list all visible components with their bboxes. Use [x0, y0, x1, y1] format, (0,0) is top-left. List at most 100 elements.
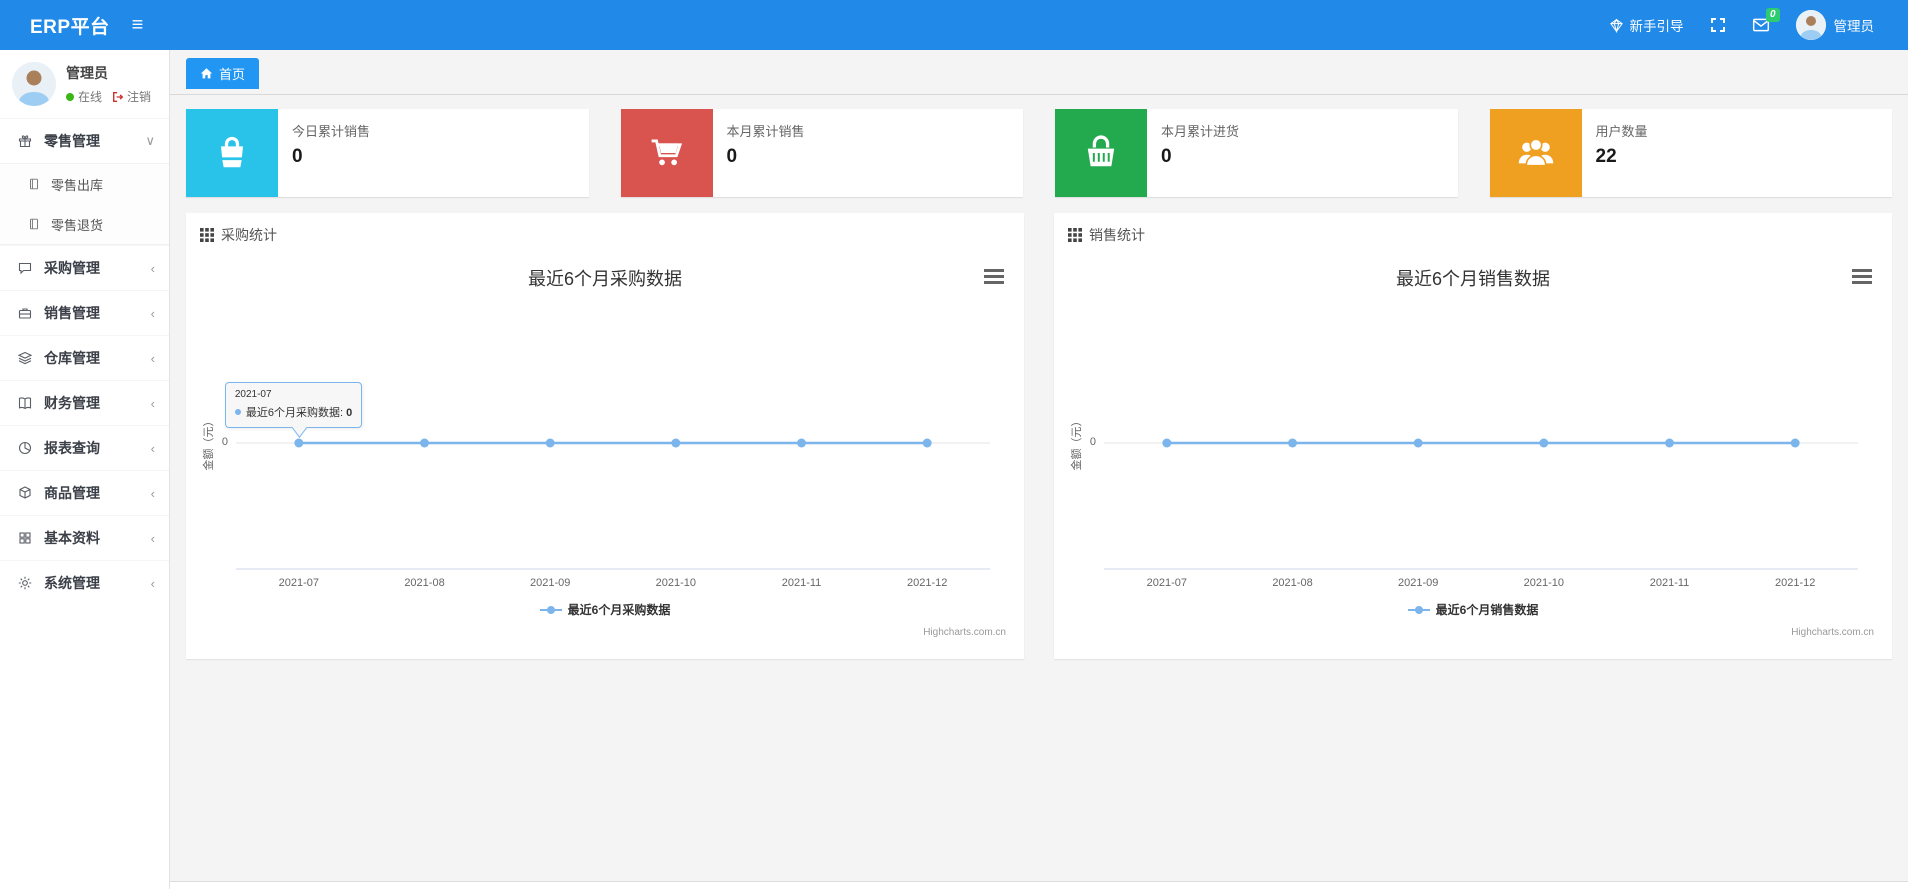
stat-card-month-sales: 本月累计销售 0	[620, 109, 1023, 197]
sidebar-item-system[interactable]: 系统管理 ‹	[0, 560, 169, 605]
sidebar-avatar[interactable]	[12, 62, 56, 106]
highcharts-credits[interactable]: Highcharts.com.cn	[1791, 627, 1874, 638]
purchase-chart: 最近6个月采购数据 金额（元） 0 最近6个月采购数据 Highcharts.c…	[200, 255, 1010, 645]
data-point[interactable]	[420, 438, 429, 448]
basket-icon	[1055, 109, 1147, 197]
data-point[interactable]	[294, 438, 304, 448]
x-axis-label: 2021-07	[278, 577, 320, 589]
x-axis-label: 2021-10	[655, 577, 697, 589]
gear-icon	[17, 575, 35, 591]
data-point[interactable]	[1790, 438, 1800, 448]
x-axis-label: 2021-09	[1397, 577, 1439, 589]
sidebar-menu: 零售管理 ∨ 零售出库 零售退货 采购管理 ‹ 销售管理 ‹ 仓库管理 ‹ 财务…	[0, 118, 169, 605]
sidebar-item-retail-return[interactable]: 零售退货	[0, 204, 169, 244]
chart-tooltip: 2021-07 最近6个月采购数据: 0	[224, 382, 363, 428]
stat-card-month-purchase: 本月累计进货 0	[1055, 109, 1458, 197]
stat-card-value: 22	[1595, 146, 1617, 167]
mail-icon[interactable]: 0	[1752, 8, 1780, 33]
guide-link[interactable]: 新手引导	[1609, 15, 1684, 35]
layers-icon	[17, 350, 35, 366]
sidebar-item-label: 基本资料	[44, 530, 100, 546]
sidebar-item-finance[interactable]: 财务管理 ‹	[0, 380, 169, 425]
chevron-left-icon: ‹	[150, 440, 155, 456]
grid-icon	[17, 530, 35, 546]
data-point[interactable]	[797, 438, 806, 448]
data-point[interactable]	[1413, 438, 1423, 448]
sidebar-item-label: 采购管理	[44, 260, 100, 276]
sidebar-item-label: 销售管理	[44, 305, 100, 321]
chart-title: 最近6个月采购数据	[527, 269, 682, 289]
online-label: 在线	[78, 90, 103, 104]
sidebar-item-retail[interactable]: 零售管理 ∨	[0, 118, 169, 163]
stat-card-value: 0	[726, 146, 738, 167]
tooltip-category: 2021-07	[234, 389, 272, 400]
th-grid-icon	[200, 228, 214, 242]
home-icon	[200, 67, 213, 80]
chevron-left-icon: ‹	[150, 305, 155, 321]
data-point[interactable]	[1665, 438, 1674, 448]
fullscreen-icon[interactable]	[1710, 17, 1726, 33]
document-icon	[27, 217, 43, 231]
chevron-left-icon: ‹	[150, 530, 155, 546]
tab-home-label: 首页	[219, 67, 246, 82]
tab-home[interactable]: 首页	[186, 58, 260, 89]
y-axis-tick: 0	[221, 436, 228, 448]
x-axis-label: 2021-09	[529, 577, 571, 589]
legend-label: 最近6个月销售数据	[1435, 603, 1539, 617]
data-point[interactable]	[1288, 438, 1297, 448]
chevron-left-icon: ‹	[150, 395, 155, 411]
data-point[interactable]	[1162, 438, 1172, 448]
data-point[interactable]	[545, 438, 555, 448]
purchase-stats-panel: 采购统计 最近6个月采购数据 金额（元） 0 最近6个月采购数据 Highcha…	[186, 213, 1024, 659]
gem-icon	[1609, 18, 1624, 33]
stat-cards-row: 今日累计销售 0 本月累计销售 0 本月累计进货 0 用户数量 22	[186, 109, 1892, 197]
sidebar-item-sales[interactable]: 销售管理 ‹	[0, 290, 169, 335]
tab-bar: 首页	[170, 50, 1908, 95]
highcharts-credits[interactable]: Highcharts.com.cn	[923, 627, 1006, 638]
sidebar-item-reports[interactable]: 报表查询 ‹	[0, 425, 169, 470]
legend-item[interactable]: 最近6个月采购数据	[539, 601, 671, 618]
sidebar-item-goods[interactable]: 商品管理 ‹	[0, 470, 169, 515]
th-grid-icon	[1068, 228, 1082, 242]
chart-context-menu-icon[interactable]	[1852, 269, 1872, 284]
sidebar-item-label: 报表查询	[44, 440, 100, 456]
chevron-left-icon: ‹	[150, 575, 155, 591]
retail-submenu: 零售出库 零售退货	[0, 163, 169, 245]
sidebar-item-retail-outbound[interactable]: 零售出库	[0, 164, 169, 204]
submenu-item-label: 零售出库	[51, 177, 104, 193]
avatar	[1795, 10, 1826, 40]
legend-item[interactable]: 最近6个月销售数据	[1407, 601, 1539, 618]
submenu-item-label: 零售退货	[51, 217, 104, 233]
stat-card-label: 本月累计进货	[1161, 124, 1240, 139]
data-point[interactable]	[922, 438, 932, 448]
sidebar-toggle-icon[interactable]: ≡	[124, 14, 152, 37]
stat-card-label: 用户数量	[1595, 124, 1648, 139]
legend-label: 最近6个月采购数据	[567, 603, 671, 617]
stat-card-label: 今日累计销售	[292, 124, 371, 139]
online-dot	[66, 92, 74, 101]
mail-badge: 0	[1765, 8, 1780, 22]
tooltip-series-label: 最近6个月采购数据	[245, 407, 340, 419]
sales-stats-panel: 销售统计 最近6个月销售数据 金额（元） 0 最近6个月销售数据 Highcha…	[1054, 213, 1892, 659]
sidebar-item-basedata[interactable]: 基本资料 ‹	[0, 515, 169, 560]
sidebar-user-name: 管理员	[66, 65, 108, 81]
user-menu[interactable]: 管理员	[1795, 10, 1874, 40]
shopping-cart-icon	[620, 109, 713, 197]
sidebar-item-purchase[interactable]: 采购管理 ‹	[0, 245, 169, 290]
pie-chart-icon	[17, 440, 35, 456]
chart-context-menu-icon[interactable]	[984, 269, 1004, 284]
sidebar-item-label: 财务管理	[44, 395, 100, 411]
sidebar-item-label: 商品管理	[44, 485, 100, 501]
logout-label: 注销	[127, 90, 152, 104]
sidebar-item-warehouse[interactable]: 仓库管理 ‹	[0, 335, 169, 380]
panel-title: 采购统计	[221, 227, 277, 243]
x-axis-label: 2021-08	[404, 577, 445, 589]
brand-logo[interactable]: ERP平台	[0, 12, 124, 39]
top-navbar: ERP平台 ≡ 新手引导 0 管理员	[0, 0, 1908, 50]
logout-link[interactable]: 注销	[112, 88, 151, 105]
shopping-bag-icon	[186, 109, 278, 197]
data-point[interactable]	[671, 438, 681, 448]
data-point[interactable]	[1539, 438, 1549, 448]
chevron-left-icon: ‹	[150, 485, 155, 501]
plot-area	[236, 438, 990, 570]
